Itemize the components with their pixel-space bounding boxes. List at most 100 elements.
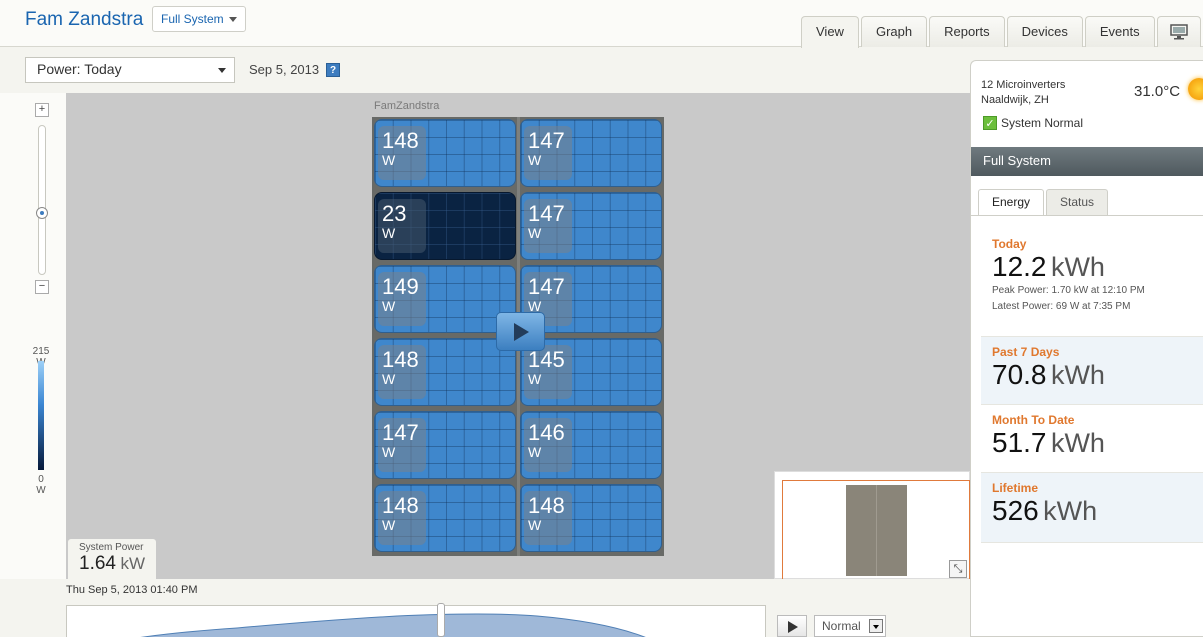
panel-power-value: 23 [382, 201, 407, 226]
legend-min-value: 0 [38, 474, 44, 485]
panel-power-label: 148 W [378, 345, 426, 399]
array-minimap[interactable]: ⤡ [774, 471, 970, 579]
panel-power-value: 149 [382, 274, 419, 299]
solar-panel[interactable]: 147 W [520, 192, 662, 260]
tab-reports[interactable]: Reports [929, 16, 1005, 47]
check-icon: ✓ [983, 116, 997, 130]
panel-power-value: 146 [528, 420, 565, 445]
site-location: Naaldwijk, ZH [981, 94, 1049, 106]
solar-panel[interactable]: 23 W [374, 192, 516, 260]
timeline-scrubber[interactable] [437, 603, 445, 637]
solar-panel[interactable]: 148 W [374, 119, 516, 187]
panel-power-label: 147 W [524, 126, 572, 180]
panel-power-unit: W [528, 371, 542, 387]
chevron-down-icon [218, 68, 226, 73]
energy-today: Today 12.2 kWh Peak Power: 1.70 kW at 12… [981, 229, 1203, 337]
panel-power-value: 148 [382, 347, 419, 372]
system-status: ✓ System Normal [983, 116, 1083, 130]
system-selector[interactable]: Full System [152, 6, 246, 32]
energy-month-to-date: Month To Date 51.7 kWh [981, 405, 1203, 473]
left-controls: + − 215 W 0 W [0, 93, 66, 579]
tab-divider [971, 215, 1203, 216]
system-power-label: System Power [79, 542, 144, 553]
tab-status[interactable]: Status [1046, 189, 1109, 215]
tab-monitor[interactable] [1156, 16, 1201, 47]
month-unit: kWh [1050, 428, 1105, 458]
energy-lifetime: Lifetime 526 kWh [981, 473, 1203, 543]
panel-power-label: 146 W [524, 418, 572, 472]
panel-power-value: 147 [528, 274, 565, 299]
zoom-in-button[interactable]: + [35, 103, 49, 117]
site-info: 12 Microinverters Naaldwijk, ZH [981, 78, 1065, 108]
panel-power-unit: W [382, 371, 396, 387]
array-title: FamZandstra [374, 100, 440, 112]
temperature: 31.0°C [1134, 83, 1181, 100]
timeline-play-button[interactable] [777, 615, 807, 637]
system-status-text: System Normal [1001, 116, 1084, 130]
tab-graph[interactable]: Graph [860, 16, 928, 47]
power-period-label: Power: Today [37, 61, 122, 77]
lifetime-value: 526 [992, 495, 1039, 526]
zoom-out-button[interactable]: − [35, 280, 49, 294]
playback-speed-label: Normal [822, 619, 861, 633]
panel-power-value: 147 [528, 201, 565, 226]
chevron-down-icon [228, 17, 237, 23]
microinverter-count: 12 Microinverters [981, 79, 1066, 91]
system-power-value: 1.64 [79, 553, 116, 574]
panel-power-unit: W [528, 152, 542, 168]
tab-devices[interactable]: Devices [1006, 16, 1083, 47]
solar-panel[interactable]: 149 W [374, 265, 516, 333]
tab-view[interactable]: View [801, 16, 859, 48]
help-icon[interactable]: ? [326, 63, 340, 77]
system-power-unit: kW [120, 554, 145, 573]
top-header: Fam Zandstra Full System View Graph Repo… [0, 0, 1203, 48]
playback-speed-select[interactable]: Normal [814, 615, 886, 637]
playback-timestamp: Thu Sep 5, 2013 01:40 PM [66, 584, 198, 596]
production-timeline[interactable] [66, 605, 766, 637]
panel-power-value: 148 [382, 493, 419, 518]
legend-min-unit: W [36, 485, 46, 496]
panel-power-unit: W [382, 444, 396, 460]
play-button[interactable] [496, 312, 545, 351]
legend-min: 0 W [0, 474, 66, 496]
minimap-array [846, 485, 907, 576]
panel-power-value: 147 [528, 128, 565, 153]
panel-power-unit: W [528, 517, 542, 533]
solar-panel[interactable]: 147 W [374, 411, 516, 479]
solar-panel[interactable]: 148 W [374, 338, 516, 406]
timeline-curve [140, 613, 646, 637]
solar-panel[interactable]: 147 W [520, 119, 662, 187]
tab-energy[interactable]: Energy [978, 189, 1045, 216]
sun-icon [1188, 78, 1203, 100]
past7-label: Past 7 Days [992, 345, 1060, 359]
tab-events[interactable]: Events [1084, 16, 1155, 47]
panel-power-label: 145 W [524, 345, 572, 399]
latest-power: Latest Power: 69 W at 7:35 PM [992, 301, 1131, 312]
panel-power-unit: W [382, 152, 396, 168]
panel-power-unit: W [528, 444, 542, 460]
expand-icon[interactable]: ⤡ [949, 560, 967, 578]
panel-power-unit: W [382, 298, 396, 314]
monitor-icon [1169, 24, 1188, 40]
zoom-slider-track[interactable] [38, 125, 46, 275]
solar-panel[interactable]: 146 W [520, 411, 662, 479]
panel-power-value: 147 [382, 420, 419, 445]
site-title[interactable]: Fam Zandstra [25, 9, 143, 31]
solar-panel[interactable]: 148 W [520, 484, 662, 552]
panel-power-value: 148 [528, 493, 565, 518]
system-selector-label: Full System [161, 12, 224, 26]
energy-past-7-days: Past 7 Days 70.8 kWh [981, 337, 1203, 405]
panel-power-unit: W [382, 517, 396, 533]
array-canvas[interactable]: FamZandstra 148 W 147 W 23 W 147 W 149 W 147 W 148 W 1… [66, 93, 970, 579]
power-period-select[interactable]: Power: Today [25, 57, 235, 83]
solar-panel[interactable]: 148 W [374, 484, 516, 552]
summary-tabs: Energy Status [978, 189, 1109, 216]
peak-power: Peak Power: 1.70 kW at 12:10 PM [992, 285, 1145, 296]
section-title: Full System [971, 147, 1203, 176]
legend-max: 215 W [0, 346, 66, 368]
past7-value: 70.8 [992, 359, 1047, 390]
panel-power-unit: W [382, 225, 396, 241]
zoom-slider-handle[interactable] [36, 207, 48, 219]
minimap-viewport[interactable] [782, 480, 970, 579]
panel-power-value: 145 [528, 347, 565, 372]
